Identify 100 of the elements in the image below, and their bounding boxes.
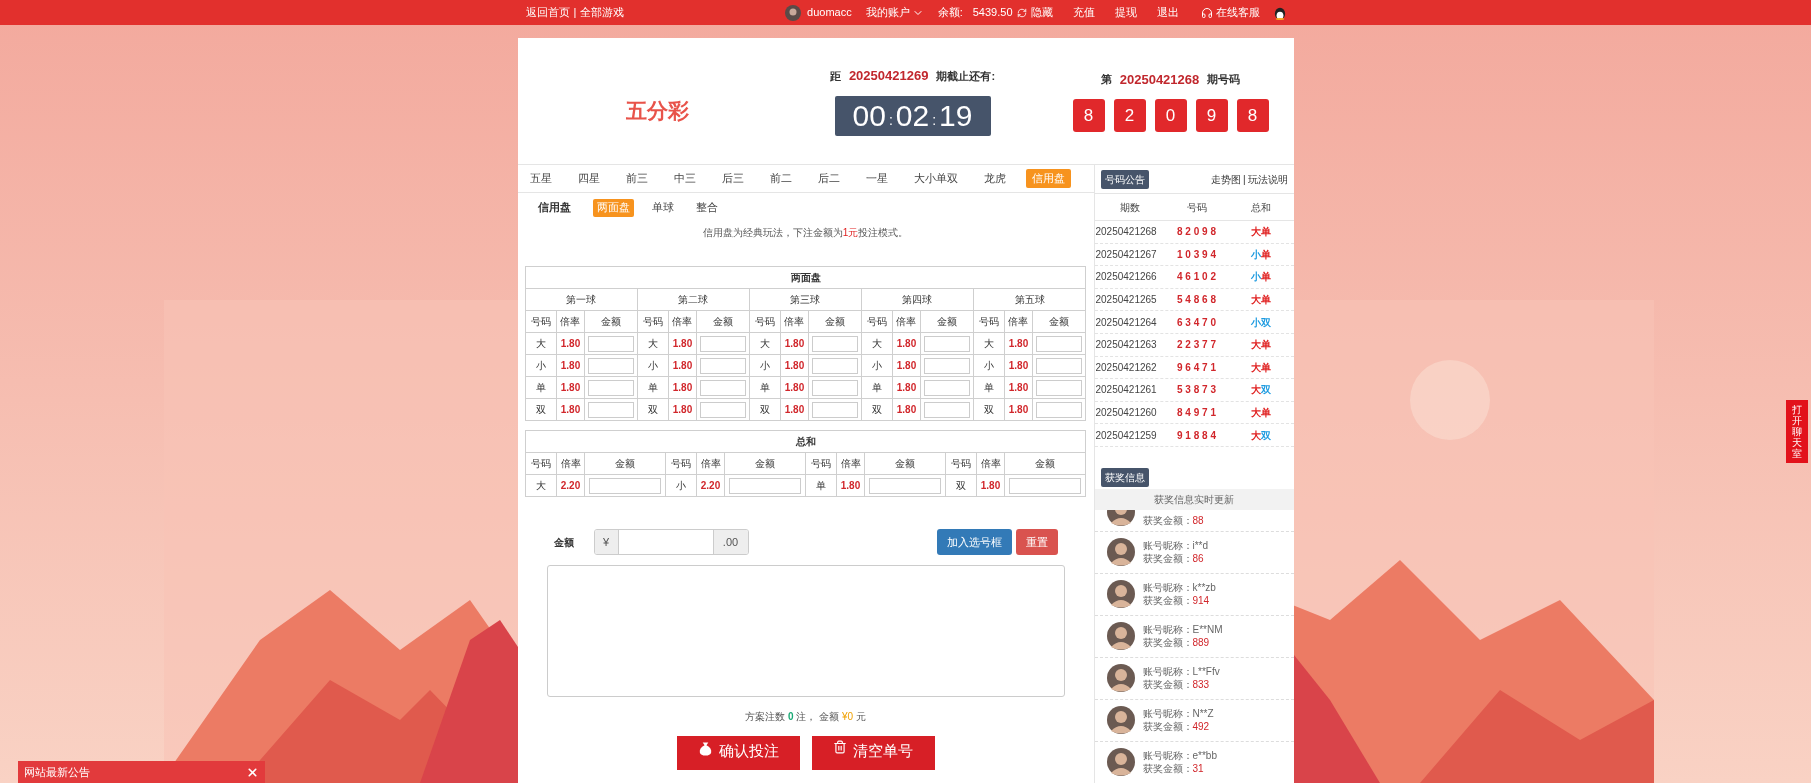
amount-input[interactable] (587, 335, 635, 352)
play-tab[interactable]: 前三 (619, 169, 654, 188)
penguin-icon[interactable] (1273, 5, 1286, 20)
amount-input[interactable] (699, 357, 747, 374)
sum-tag: 大 (1251, 226, 1261, 238)
column-header: 总和 (1250, 200, 1272, 215)
column-header: 金额 (808, 310, 862, 333)
numbers-cell-text: 5 4 8 6 8 (1176, 293, 1217, 308)
avatar (1106, 664, 1135, 693)
amount-input[interactable] (1035, 357, 1083, 374)
amount-input[interactable] (587, 357, 635, 374)
action-button[interactable]: 确认投注 (676, 736, 800, 770)
sum-tag: 单 (1261, 271, 1271, 283)
play-tab[interactable]: 四星 (571, 169, 606, 188)
top-link[interactable]: 退出 (1156, 4, 1179, 21)
sum-tag: 小 (1251, 271, 1261, 283)
play-tab[interactable]: 后二 (811, 169, 846, 188)
amount-field[interactable]: ¥ .00 (593, 529, 749, 555)
column-header: 倍率 (1004, 310, 1033, 333)
play-tab[interactable]: 大小单双 (907, 169, 964, 188)
play-tab[interactable]: 五星 (523, 169, 558, 188)
column-header: 期数 (1118, 200, 1141, 215)
sum-tag: 大 (1251, 294, 1261, 306)
amount-input[interactable] (811, 357, 859, 374)
winner-amount: 获奖金额：833 (1142, 678, 1211, 692)
trend-link[interactable]: 走势图 (1210, 171, 1241, 187)
odds-cell: 1.80 (1004, 376, 1033, 399)
refresh-icon[interactable] (1016, 7, 1027, 18)
numbers-cell-text: 2 2 3 7 7 (1176, 338, 1217, 353)
trash-icon (833, 740, 847, 754)
amount-input[interactable] (869, 477, 941, 494)
avatar (1106, 580, 1135, 609)
odds-cell: 1.80 (1004, 332, 1033, 355)
amount-input[interactable] (587, 379, 635, 396)
amount-input[interactable] (923, 357, 971, 374)
sum-tag: 大 (1251, 384, 1261, 396)
table-cell: 小 (525, 354, 557, 377)
form-button[interactable]: 加入选号框 (936, 529, 1012, 555)
top-link[interactable]: 充值 (1072, 4, 1095, 21)
play-tab[interactable]: 一星 (859, 169, 894, 188)
draw-suffix: 期号码 (1207, 72, 1241, 88)
amount-input[interactable] (699, 379, 747, 396)
panel-title: 号码公告 (1100, 169, 1149, 189)
chat-tab[interactable]: 打开聊天室 (1786, 400, 1808, 463)
action-button[interactable]: 清空单号 (811, 736, 935, 770)
sub-tab[interactable]: 整合 (691, 199, 722, 217)
service-link[interactable]: 在线客服 (1200, 4, 1260, 21)
table-cell: 单 (805, 474, 837, 497)
amount-input[interactable] (589, 477, 661, 494)
close-icon[interactable] (246, 765, 259, 779)
sub-tab[interactable]: 单球 (647, 199, 678, 217)
sum-tag: 单 (1261, 339, 1271, 351)
selection-box[interactable] (546, 565, 1065, 697)
amount-input[interactable] (923, 379, 971, 396)
amount-input[interactable] (1035, 335, 1083, 352)
all-games-link[interactable]: 全部游戏 (580, 4, 625, 21)
column-header: 倍率 (556, 310, 585, 333)
amount-input[interactable] (811, 379, 859, 396)
home-link[interactable]: 返回首页 (525, 4, 570, 21)
odds-cell: 1.80 (780, 354, 809, 377)
amount-input[interactable] (1035, 379, 1083, 396)
countdown-prefix: 距 (829, 68, 841, 84)
winner-name: 账号昵称：k**zb (1142, 581, 1216, 595)
table-cell: 大 (525, 332, 557, 355)
table-cell: 单 (525, 376, 557, 399)
play-tab[interactable]: 中三 (667, 169, 702, 188)
play-tab[interactable]: 前二 (763, 169, 798, 188)
account-menu[interactable]: 我的账户 (865, 4, 924, 21)
odds-cell: 1.80 (892, 398, 921, 421)
column-header: 倍率 (668, 310, 697, 333)
column-header: 倍率 (892, 310, 921, 333)
winner-amount: 获奖金额：31 (1142, 762, 1205, 776)
column-header: 号码 (945, 452, 977, 475)
headset-icon (1200, 6, 1213, 19)
winner-name: 账号昵称：N**Z (1142, 707, 1214, 721)
column-header: 号码 (749, 310, 781, 333)
amount-input[interactable] (1009, 477, 1081, 494)
play-tab[interactable]: 龙虎 (977, 169, 1012, 188)
column-header: 号码 (973, 310, 1005, 333)
hide-link[interactable]: 隐藏 (1030, 4, 1053, 21)
column-header: 倍率 (556, 452, 585, 475)
amount-input[interactable] (923, 401, 971, 418)
table-cell: 双 (637, 398, 669, 421)
odds-cell: 1.80 (892, 332, 921, 355)
rules-link[interactable]: 玩法说明 (1247, 171, 1288, 187)
odds-cell: 1.80 (780, 398, 809, 421)
amount-input[interactable] (1035, 401, 1083, 418)
column-header: 金额 (696, 310, 750, 333)
amount-input[interactable] (811, 401, 859, 418)
winner-name: 账号昵称：e**bb (1142, 749, 1217, 763)
amount-input[interactable] (699, 335, 747, 352)
amount-input[interactable] (587, 401, 635, 418)
play-tab[interactable]: 后三 (715, 169, 750, 188)
amount-input[interactable] (699, 401, 747, 418)
form-button[interactable]: 重置 (1015, 529, 1058, 555)
amount-input[interactable] (923, 335, 971, 352)
table-cell: 小 (973, 354, 1005, 377)
amount-input[interactable] (729, 477, 801, 494)
top-link[interactable]: 提现 (1114, 4, 1137, 21)
amount-input[interactable] (811, 335, 859, 352)
